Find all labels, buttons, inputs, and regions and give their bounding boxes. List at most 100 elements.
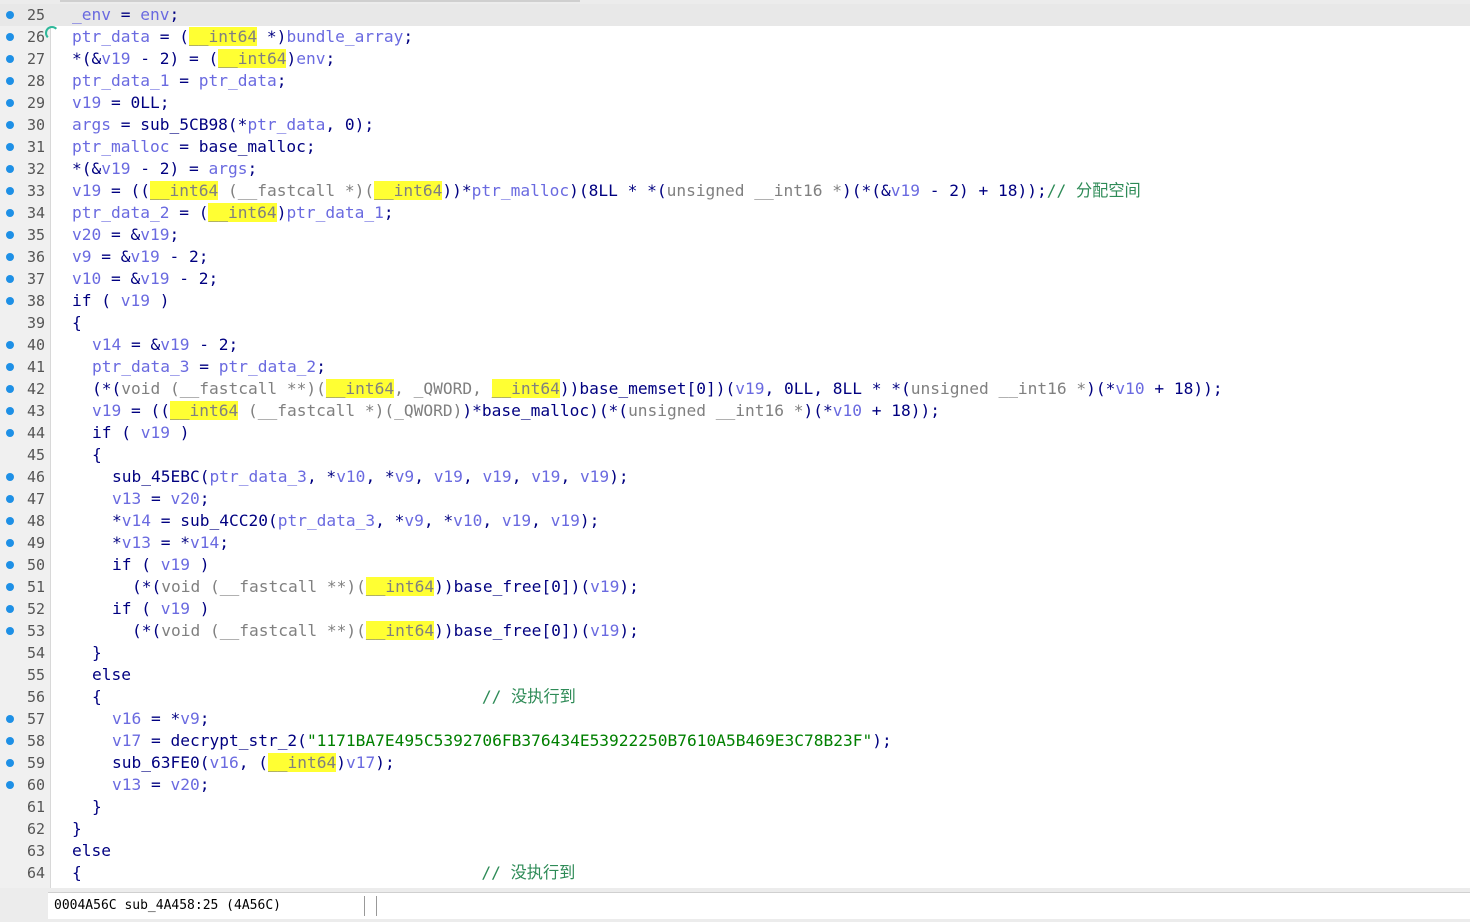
executable-line-dot-icon[interactable] — [6, 407, 14, 415]
code-text[interactable]: *v14 = sub_4CC20(ptr_data_3, *v9, *v10, … — [112, 510, 599, 532]
executable-line-dot-icon[interactable] — [6, 429, 14, 437]
code-text[interactable]: } — [92, 642, 102, 664]
code-line[interactable]: 52 if ( v19 ) — [0, 598, 1470, 620]
code-line[interactable]: 44 if ( v19 ) — [0, 422, 1470, 444]
code-text[interactable]: } — [92, 796, 102, 818]
code-line[interactable]: 25 _env = env; — [0, 4, 1470, 26]
code-text[interactable]: v19 = 0LL; — [72, 92, 169, 114]
executable-line-dot-icon[interactable] — [6, 33, 14, 41]
code-line[interactable]: 31 ptr_malloc = base_malloc; — [0, 136, 1470, 158]
code-line[interactable]: 39 { — [0, 312, 1470, 334]
code-line[interactable]: 40 v14 = &v19 - 2; — [0, 334, 1470, 356]
code-line[interactable]: 42 (*(void (__fastcall **)(__int64, _QWOR… — [0, 378, 1470, 400]
executable-line-dot-icon[interactable] — [6, 627, 14, 635]
code-text[interactable]: *v13 = *v14; — [112, 532, 229, 554]
code-line[interactable]: 32 *(&v19 - 2) = args; — [0, 158, 1470, 180]
executable-line-dot-icon[interactable] — [6, 385, 14, 393]
code-text[interactable]: v14 = &v19 - 2; — [92, 334, 238, 356]
code-line[interactable]: 64 { // 没执行到 — [0, 862, 1470, 884]
code-line[interactable]: 37 v10 = &v19 - 2; — [0, 268, 1470, 290]
code-line[interactable]: 56 { // 没执行到 — [0, 686, 1470, 708]
executable-line-dot-icon[interactable] — [6, 143, 14, 151]
executable-line-dot-icon[interactable] — [6, 517, 14, 525]
executable-line-dot-icon[interactable] — [6, 297, 14, 305]
code-text[interactable]: ptr_data = (__int64 *)bundle_array; — [72, 26, 413, 48]
code-line[interactable]: 63 else — [0, 840, 1470, 862]
code-line[interactable]: 50 if ( v19 ) — [0, 554, 1470, 576]
code-text[interactable]: v10 = &v19 - 2; — [72, 268, 218, 290]
code-line[interactable]: 30 args = sub_5CB98(*ptr_data, 0); — [0, 114, 1470, 136]
executable-line-dot-icon[interactable] — [6, 605, 14, 613]
code-line[interactable]: 54} — [0, 642, 1470, 664]
code-text[interactable]: else — [72, 840, 111, 862]
executable-line-dot-icon[interactable] — [6, 165, 14, 173]
code-text[interactable]: (*(void (__fastcall **)(__int64))base_fr… — [132, 576, 639, 598]
executable-line-dot-icon[interactable] — [6, 539, 14, 547]
code-text[interactable]: args = sub_5CB98(*ptr_data, 0); — [72, 114, 374, 136]
code-line[interactable]: 57 v16 = *v9; — [0, 708, 1470, 730]
code-line[interactable]: 28 ptr_data_1 = ptr_data; — [0, 70, 1470, 92]
executable-line-dot-icon[interactable] — [6, 759, 14, 767]
code-line[interactable]: 59 sub_63FE0(v16, (__int64)v17); — [0, 752, 1470, 774]
code-text[interactable]: else — [92, 664, 131, 686]
code-line[interactable]: 33 v19 = ((__int64 (__fastcall *)(__int64… — [0, 180, 1470, 202]
code-text[interactable]: (*(void (__fastcall **)(__int64, _QWORD,… — [92, 378, 1223, 400]
code-line[interactable]: 55 else — [0, 664, 1470, 686]
code-text[interactable]: _env = env; — [72, 4, 179, 26]
code-text[interactable]: sub_63FE0(v16, (__int64)v17); — [112, 752, 395, 774]
code-text[interactable]: { — [92, 444, 102, 466]
code-line[interactable]: 27 *(&v19 - 2) = (__int64)env; — [0, 48, 1470, 70]
executable-line-dot-icon[interactable] — [6, 781, 14, 789]
executable-line-dot-icon[interactable] — [6, 737, 14, 745]
code-line[interactable]: 26 ptr_data = (__int64 *)bundle_array; — [0, 26, 1470, 48]
code-text[interactable]: v20 = &v19; — [72, 224, 179, 246]
code-text[interactable]: if ( v19 ) — [112, 554, 209, 576]
code-line[interactable]: 35 v20 = &v19; — [0, 224, 1470, 246]
code-line[interactable]: 46 sub_45EBC(ptr_data_3, *v10, *v9, v19, … — [0, 466, 1470, 488]
code-text[interactable]: v19 = ((__int64 (__fastcall *)(_QWORD))*… — [92, 400, 940, 422]
executable-line-dot-icon[interactable] — [6, 341, 14, 349]
code-line[interactable]: 53 (*(void (__fastcall **)(__int64))base_… — [0, 620, 1470, 642]
code-text[interactable]: (*(void (__fastcall **)(__int64))base_fr… — [132, 620, 639, 642]
code-text[interactable]: v17 = decrypt_str_2("1171BA7E495C5392706… — [112, 730, 892, 752]
code-text[interactable]: } — [72, 818, 82, 840]
executable-line-dot-icon[interactable] — [6, 11, 14, 19]
executable-line-dot-icon[interactable] — [6, 77, 14, 85]
code-line[interactable]: 62} — [0, 818, 1470, 840]
executable-line-dot-icon[interactable] — [6, 253, 14, 261]
executable-line-dot-icon[interactable] — [6, 99, 14, 107]
code-line[interactable]: 38 if ( v19 ) — [0, 290, 1470, 312]
executable-line-dot-icon[interactable] — [6, 231, 14, 239]
code-text[interactable]: ptr_malloc = base_malloc; — [72, 136, 316, 158]
code-text[interactable]: v16 = *v9; — [112, 708, 209, 730]
code-text[interactable]: ptr_data_2 = (__int64)ptr_data_1; — [72, 202, 394, 224]
code-line[interactable]: 49 *v13 = *v14; — [0, 532, 1470, 554]
code-text[interactable]: { — [72, 312, 82, 334]
code-line[interactable]: 60 v13 = v20; — [0, 774, 1470, 796]
code-text[interactable]: ptr_data_3 = ptr_data_2; — [92, 356, 326, 378]
code-line[interactable]: 51 (*(void (__fastcall **)(__int64))base_… — [0, 576, 1470, 598]
code-text[interactable]: *(&v19 - 2) = (__int64)env; — [72, 48, 335, 70]
executable-line-dot-icon[interactable] — [6, 715, 14, 723]
code-text[interactable]: if ( v19 ) — [92, 422, 189, 444]
code-line[interactable]: 29 v19 = 0LL; — [0, 92, 1470, 114]
code-line[interactable]: 43 v19 = ((__int64 (__fastcall *)(_QWORD)… — [0, 400, 1470, 422]
code-text[interactable]: v19 = ((__int64 (__fastcall *)(__int64))… — [72, 180, 1141, 202]
executable-line-dot-icon[interactable] — [6, 121, 14, 129]
code-text[interactable]: { // 没执行到 — [72, 862, 575, 884]
executable-line-dot-icon[interactable] — [6, 363, 14, 371]
executable-line-dot-icon[interactable] — [6, 209, 14, 217]
code-line[interactable]: 34 ptr_data_2 = (__int64)ptr_data_1; — [0, 202, 1470, 224]
code-line[interactable]: 58 v17 = decrypt_str_2("1171BA7E495C53927… — [0, 730, 1470, 752]
code-line[interactable]: 41 ptr_data_3 = ptr_data_2; — [0, 356, 1470, 378]
code-line[interactable]: 45 { — [0, 444, 1470, 466]
code-text[interactable]: v13 = v20; — [112, 774, 210, 796]
code-text[interactable]: { // 没执行到 — [92, 686, 576, 708]
code-text[interactable]: v9 = &v19 - 2; — [72, 246, 208, 268]
code-text[interactable]: sub_45EBC(ptr_data_3, *v10, *v9, v19, v1… — [112, 466, 629, 488]
executable-line-dot-icon[interactable] — [6, 561, 14, 569]
code-text[interactable]: ptr_data_1 = ptr_data; — [72, 70, 286, 92]
code-line[interactable]: 47 v13 = v20; — [0, 488, 1470, 510]
code-line[interactable]: 36 v9 = &v19 - 2; — [0, 246, 1470, 268]
code-text[interactable]: if ( v19 ) — [72, 290, 169, 312]
